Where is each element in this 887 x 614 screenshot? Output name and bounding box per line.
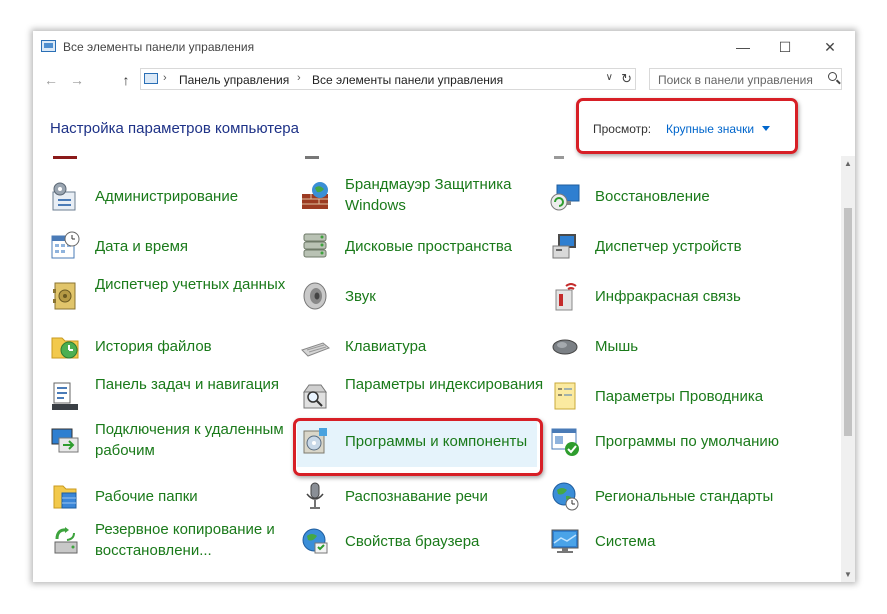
item-label[interactable]: Клавиатура <box>345 336 426 357</box>
highlight-frame-programs <box>293 418 543 476</box>
control-panel-item[interactable]: Распознавание речи <box>283 474 528 519</box>
control-panel-item[interactable]: Звук <box>283 274 528 319</box>
control-panel-item[interactable]: История файлов <box>33 324 278 369</box>
control-panel-item[interactable]: Региональные стандарты <box>533 474 778 519</box>
control-panel-item[interactable]: Мышь <box>533 324 778 369</box>
control-panel-item[interactable]: Восстановление <box>533 174 778 219</box>
control-panel-item[interactable]: Дата и время <box>33 224 278 269</box>
search-icon[interactable] <box>828 72 837 81</box>
item-label[interactable]: История файлов <box>95 336 212 357</box>
scroll-thumb[interactable] <box>844 208 852 436</box>
item-label[interactable]: Дата и время <box>95 236 188 257</box>
mouse-icon <box>549 330 581 362</box>
recovery-icon <box>549 180 581 212</box>
breadcrumb-separator: › <box>163 72 167 84</box>
close-button[interactable]: ✕ <box>818 37 842 57</box>
item-label[interactable]: Распознавание речи <box>345 486 488 507</box>
item-label[interactable]: Восстановление <box>595 186 710 207</box>
calendar-clock-icon <box>49 230 81 262</box>
control-panel-item[interactable]: Свойства браузера <box>283 519 528 564</box>
vertical-scrollbar[interactable]: ▲ ▼ <box>841 156 855 582</box>
control-panel-window: Все элементы панели управления — ☐ ✕ ← →… <box>33 31 855 582</box>
control-panel-icon <box>41 40 56 52</box>
region-globe-icon <box>549 480 581 512</box>
page-title: Настройка параметров компьютера <box>50 120 299 137</box>
forward-button[interactable]: → <box>67 70 87 90</box>
item-label[interactable]: Параметры индексирования <box>345 374 545 395</box>
search-placeholder: Поиск в панели управления <box>658 73 813 87</box>
items-grid: Администрирование Брандмауэр Защитника Wi… <box>33 156 841 582</box>
control-panel-item[interactable]: Диспетчер устройств <box>533 224 778 269</box>
browser-properties-icon <box>299 525 331 557</box>
item-label[interactable]: Инфракрасная связь <box>595 286 741 307</box>
highlight-frame-view <box>576 98 798 154</box>
storage-spaces-icon <box>299 230 331 262</box>
item-label[interactable]: Мышь <box>595 336 638 357</box>
keyboard-icon <box>299 330 331 362</box>
item-label[interactable]: Программы по умолчанию <box>595 431 779 452</box>
control-panel-item[interactable]: Инфракрасная связь <box>533 274 778 319</box>
item-label[interactable]: Брандмауэр Защитника Windows <box>345 174 545 216</box>
control-panel-item[interactable]: Программы по умолчанию <box>533 419 779 464</box>
default-programs-icon <box>549 425 581 457</box>
control-panel-item[interactable]: Клавиатура <box>283 324 528 369</box>
back-button[interactable]: ← <box>41 70 61 90</box>
control-panel-item[interactable]: Подключения к удаленным рабочим <box>33 419 284 464</box>
breadcrumb-control-panel[interactable]: Панель управления <box>179 73 289 87</box>
backup-restore-icon <box>49 525 81 557</box>
control-panel-item[interactable]: Панель задач и навигация <box>33 374 279 419</box>
address-bar[interactable]: › Панель управления › Все элементы панел… <box>140 68 636 90</box>
item-label[interactable]: Панель задач и навигация <box>95 374 295 395</box>
chevron-down-icon[interactable]: ∨ <box>606 72 613 83</box>
item-label[interactable]: Подключения к удаленным рабочим <box>95 419 295 461</box>
item-label[interactable]: Резервное копирование и восстановлени... <box>95 519 295 561</box>
search-input[interactable]: Поиск в панели управления <box>649 68 842 90</box>
control-panel-item[interactable]: Дисковые пространства <box>283 224 528 269</box>
control-panel-item[interactable]: Резервное копирование и восстановлени... <box>33 519 278 564</box>
up-button[interactable]: ↑ <box>116 70 136 90</box>
minimize-button[interactable]: — <box>731 37 755 57</box>
system-monitor-icon <box>549 525 581 557</box>
admin-tools-icon <box>49 180 81 212</box>
control-panel-item[interactable]: Администрирование <box>33 174 278 219</box>
credential-safe-icon <box>49 280 81 312</box>
maximize-button[interactable]: ☐ <box>773 37 797 57</box>
navigation-bar: ← → ↑ › Панель управления › Все элементы… <box>33 66 855 94</box>
breadcrumb-separator: › <box>297 72 301 84</box>
item-label[interactable]: Параметры Проводника <box>595 386 763 407</box>
control-panel-item[interactable]: Диспетчер учетных данных <box>33 274 285 319</box>
item-label[interactable]: Дисковые пространства <box>345 236 512 257</box>
item-label[interactable]: Рабочие папки <box>95 486 198 507</box>
microphone-icon <box>299 480 331 512</box>
scroll-down-arrow-icon[interactable]: ▼ <box>844 570 852 579</box>
breadcrumb-all-items[interactable]: Все элементы панели управления <box>312 73 503 87</box>
window-title: Все элементы панели управления <box>63 40 255 54</box>
control-panel-item[interactable]: Параметры индексирования <box>283 374 543 419</box>
item-label[interactable]: Диспетчер учетных данных <box>95 274 295 295</box>
explorer-options-icon <box>549 380 581 412</box>
work-folders-icon <box>49 480 81 512</box>
item-label[interactable]: Звук <box>345 286 376 307</box>
item-label[interactable]: Администрирование <box>95 186 238 207</box>
control-panel-item[interactable]: Рабочие папки <box>33 474 278 519</box>
item-label[interactable]: Система <box>595 531 655 552</box>
refresh-icon[interactable]: ↻ <box>621 71 632 87</box>
file-history-icon <box>49 330 81 362</box>
scroll-up-arrow-icon[interactable]: ▲ <box>844 159 852 168</box>
device-manager-icon <box>549 230 581 262</box>
speaker-icon <box>299 280 331 312</box>
item-label[interactable]: Свойства браузера <box>345 531 479 552</box>
item-label[interactable]: Диспетчер устройств <box>595 236 742 257</box>
control-panel-item[interactable]: Система <box>533 519 778 564</box>
control-panel-item[interactable]: Брандмауэр Защитника Windows <box>283 174 528 219</box>
remote-desktop-icon <box>49 425 81 457</box>
firewall-icon <box>299 180 331 212</box>
control-panel-icon <box>144 73 158 84</box>
item-label[interactable]: Региональные стандарты <box>595 486 773 507</box>
indexing-icon <box>299 380 331 412</box>
taskbar-icon <box>49 380 81 412</box>
title-bar: Все элементы панели управления — ☐ ✕ <box>33 31 855 63</box>
infrared-icon <box>549 280 581 312</box>
control-panel-item[interactable]: Параметры Проводника <box>533 374 778 419</box>
